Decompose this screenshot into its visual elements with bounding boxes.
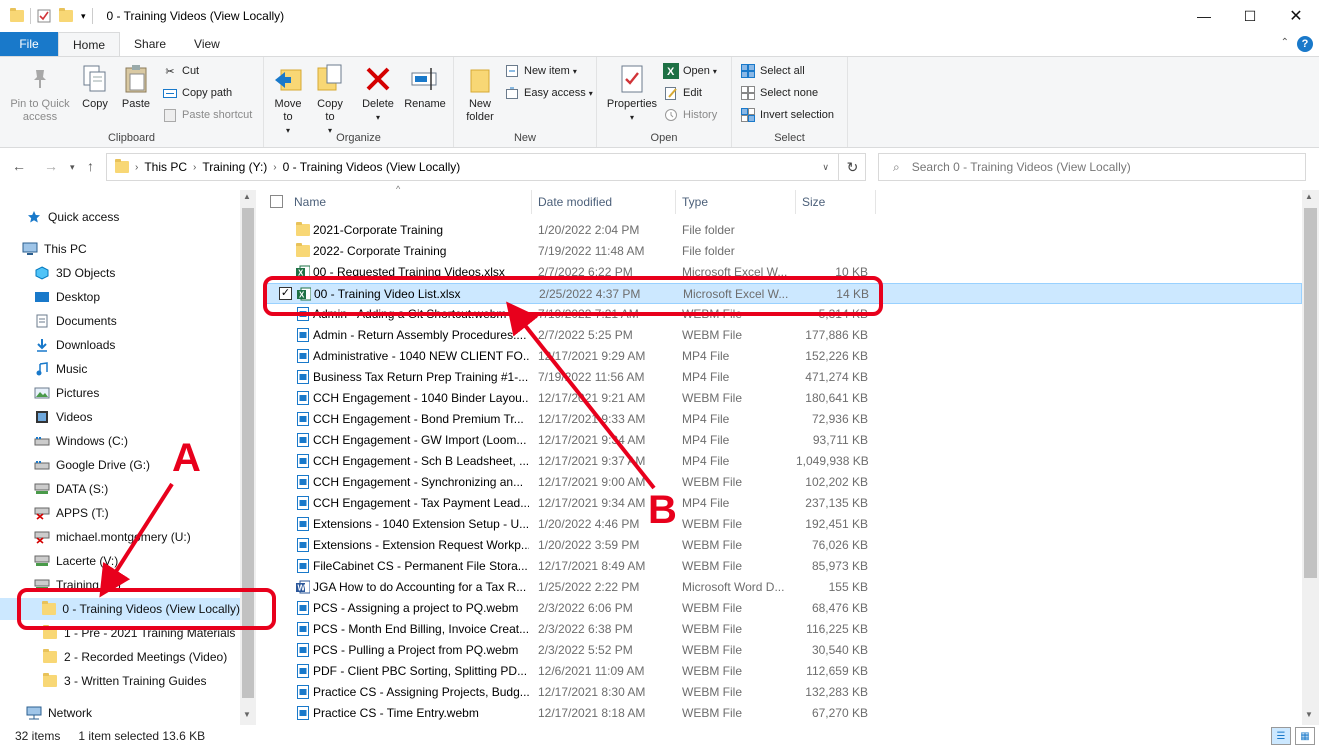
annotation-arrow-a (99, 482, 174, 598)
annotation-arrow-b (506, 301, 656, 490)
annotation-arrows (99, 301, 656, 598)
